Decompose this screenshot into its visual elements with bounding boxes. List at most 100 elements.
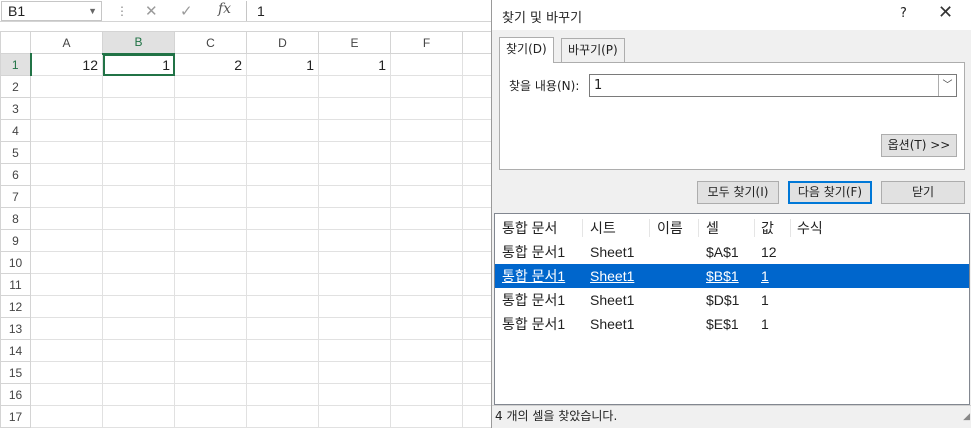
row-header[interactable]: 7 <box>0 185 31 208</box>
cell-B4[interactable] <box>102 119 175 142</box>
cell-C15[interactable] <box>174 361 247 384</box>
cell-E3[interactable] <box>318 97 391 120</box>
options-button[interactable]: 옵션(T) >> <box>881 134 957 157</box>
cell-D1[interactable]: 1 <box>246 53 319 76</box>
row-header[interactable]: 4 <box>0 119 31 142</box>
column-header[interactable]: B <box>102 31 175 55</box>
row-header[interactable]: 17 <box>0 405 31 428</box>
cell-F16[interactable] <box>390 383 463 406</box>
cell-A10[interactable] <box>30 251 103 274</box>
cell-B2[interactable] <box>102 75 175 98</box>
cell-B9[interactable] <box>102 229 175 252</box>
cell-E7[interactable] <box>318 185 391 208</box>
cell-D10[interactable] <box>246 251 319 274</box>
cell-E10[interactable] <box>318 251 391 274</box>
cell-A16[interactable] <box>30 383 103 406</box>
column-header[interactable]: A <box>30 31 103 54</box>
cell-B1[interactable]: 1 <box>102 53 175 76</box>
row-header[interactable]: 8 <box>0 207 31 230</box>
cell-C16[interactable] <box>174 383 247 406</box>
cell-A11[interactable] <box>30 273 103 296</box>
cell-D4[interactable] <box>246 119 319 142</box>
cell-F3[interactable] <box>390 97 463 120</box>
cell-F13[interactable] <box>390 317 463 340</box>
row-header[interactable]: 15 <box>0 361 31 384</box>
cell-B6[interactable] <box>102 163 175 186</box>
cell-D17[interactable] <box>246 405 319 428</box>
cell-D11[interactable] <box>246 273 319 296</box>
cell-E9[interactable] <box>318 229 391 252</box>
cell-D9[interactable] <box>246 229 319 252</box>
row-header[interactable]: 3 <box>0 97 31 120</box>
cell-A8[interactable] <box>30 207 103 230</box>
cell-A13[interactable] <box>30 317 103 340</box>
cell-E14[interactable] <box>318 339 391 362</box>
cell-A3[interactable] <box>30 97 103 120</box>
cell-C5[interactable] <box>174 141 247 164</box>
cell-E11[interactable] <box>318 273 391 296</box>
cell-A7[interactable] <box>30 185 103 208</box>
chevron-down-icon[interactable]: ﹀ <box>938 75 956 96</box>
cell-D8[interactable] <box>246 207 319 230</box>
cell-C14[interactable] <box>174 339 247 362</box>
cell-C9[interactable] <box>174 229 247 252</box>
row-header[interactable]: 16 <box>0 383 31 406</box>
checkmark-icon[interactable]: ✓ <box>180 2 193 20</box>
row-header[interactable]: 14 <box>0 339 31 362</box>
header-cell[interactable]: 셀 <box>706 216 719 240</box>
select-all-corner[interactable] <box>0 31 31 54</box>
chevron-down-icon[interactable]: ▼ <box>88 2 97 20</box>
cell-E17[interactable] <box>318 405 391 428</box>
row-header[interactable]: 1 <box>0 53 32 76</box>
column-header[interactable]: C <box>174 31 247 54</box>
cell-F4[interactable] <box>390 119 463 142</box>
close-icon[interactable]: ✕ <box>938 2 953 23</box>
cell-C13[interactable] <box>174 317 247 340</box>
cell-C10[interactable] <box>174 251 247 274</box>
column-header[interactable]: F <box>390 31 463 54</box>
cell-C6[interactable] <box>174 163 247 186</box>
cell-E13[interactable] <box>318 317 391 340</box>
cell-E6[interactable] <box>318 163 391 186</box>
cell-F15[interactable] <box>390 361 463 384</box>
cell-C12[interactable] <box>174 295 247 318</box>
cell-F10[interactable] <box>390 251 463 274</box>
cell-B10[interactable] <box>102 251 175 274</box>
cell-D13[interactable] <box>246 317 319 340</box>
cell-E2[interactable] <box>318 75 391 98</box>
cell-D15[interactable] <box>246 361 319 384</box>
cell-C1[interactable]: 2 <box>174 53 247 76</box>
cell-A14[interactable] <box>30 339 103 362</box>
help-icon[interactable]: ? <box>900 6 907 21</box>
insert-function-icon[interactable]: fx <box>218 1 231 17</box>
cell-B11[interactable] <box>102 273 175 296</box>
formula-input[interactable]: 1 <box>246 1 506 21</box>
find-all-button[interactable]: 모두 찾기(I) <box>697 181 779 204</box>
close-button[interactable]: 닫기 <box>881 181 965 204</box>
cell-A2[interactable] <box>30 75 103 98</box>
cell-F11[interactable] <box>390 273 463 296</box>
tab-find[interactable]: 찾기(D) <box>499 37 554 63</box>
cell-A15[interactable] <box>30 361 103 384</box>
close-icon[interactable]: ✕ <box>145 2 158 20</box>
row-header[interactable]: 9 <box>0 229 31 252</box>
row-header[interactable]: 13 <box>0 317 31 340</box>
cell-F7[interactable] <box>390 185 463 208</box>
worksheet-grid[interactable]: ABCDEFG 1121211234567891011121314151617 <box>0 31 535 428</box>
column-header[interactable]: D <box>246 31 319 54</box>
cell-F14[interactable] <box>390 339 463 362</box>
cell-C2[interactable] <box>174 75 247 98</box>
cell-E1[interactable]: 1 <box>318 53 391 76</box>
cell-B15[interactable] <box>102 361 175 384</box>
dialog-titlebar[interactable]: 찾기 및 바꾸기 ? ✕ <box>492 0 971 30</box>
cell-E8[interactable] <box>318 207 391 230</box>
cell-D5[interactable] <box>246 141 319 164</box>
cell-B7[interactable] <box>102 185 175 208</box>
cell-B12[interactable] <box>102 295 175 318</box>
tab-replace[interactable]: 바꾸기(P) <box>561 38 625 62</box>
cell-F9[interactable] <box>390 229 463 252</box>
row-header[interactable]: 2 <box>0 75 31 98</box>
cell-C4[interactable] <box>174 119 247 142</box>
cell-B3[interactable] <box>102 97 175 120</box>
column-header[interactable]: E <box>318 31 391 54</box>
